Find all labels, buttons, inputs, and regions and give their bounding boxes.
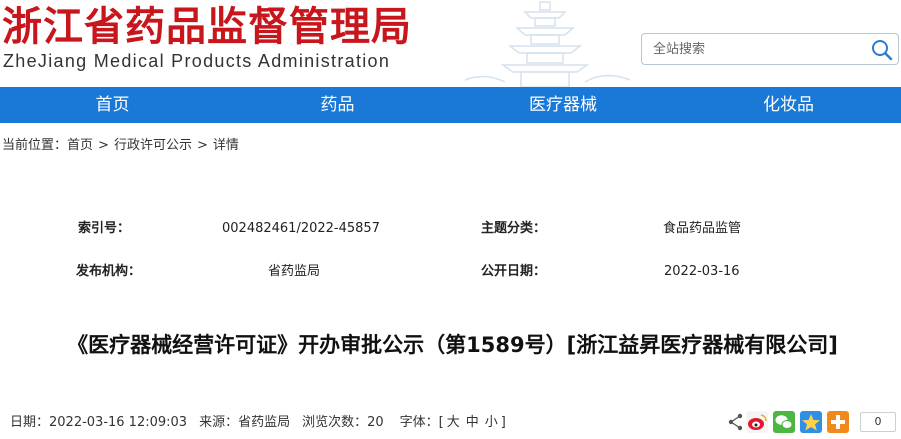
search-input[interactable] bbox=[642, 34, 862, 64]
site-logo-subtitle: ZheJiang Medical Products Administration bbox=[3, 51, 391, 71]
font-size-medium-button[interactable]: 中 bbox=[466, 414, 479, 432]
breadcrumb-separator: > bbox=[98, 138, 109, 153]
index-number-value: 002482461/2022-45857 bbox=[222, 221, 380, 236]
breadcrumb-item-admin-license[interactable]: 行政许可公示 bbox=[114, 137, 192, 155]
index-number-label: 索引号： bbox=[78, 221, 131, 236]
breadcrumb: 当前位置：首页 > 行政许可公示 > 详情 bbox=[2, 137, 239, 155]
pagoda-watermark-icon bbox=[464, 1, 631, 87]
breadcrumb-separator: > bbox=[196, 138, 208, 153]
site-header: 浙江省药品监督管理局 ZheJiang Medical Products Adm… bbox=[0, 0, 901, 87]
share-icon[interactable] bbox=[728, 413, 743, 431]
nav-item-home[interactable]: 首页 bbox=[0, 87, 225, 123]
font-size-label: 字体：[ bbox=[399, 415, 444, 430]
page-title: 《医疗器械经营许可证》开办审批公示（第1589号）[浙江益昇医疗器械有限公司] bbox=[67, 333, 838, 357]
font-size-small-button[interactable]: 小 bbox=[485, 414, 498, 432]
search-box bbox=[641, 33, 899, 65]
breadcrumb-item-home[interactable]: 首页 bbox=[67, 137, 93, 155]
breadcrumb-item-detail: 详情 bbox=[212, 138, 239, 153]
share-count: 0 bbox=[860, 412, 896, 432]
search-icon[interactable] bbox=[870, 38, 894, 62]
weibo-icon[interactable] bbox=[746, 411, 768, 433]
nav-item-medical-devices[interactable]: 医疗器械 bbox=[450, 87, 676, 123]
wechat-icon[interactable] bbox=[773, 411, 795, 433]
publish-date-value: 2022-03-16 bbox=[664, 264, 740, 279]
article-info: 日期：2022-03-16 12:09:03 来源：省药监局 浏览次数：20 字体：[… bbox=[10, 414, 506, 432]
site-logo-title[interactable]: 浙江省药品监督管理局 bbox=[2, 4, 412, 50]
publisher-label: 发布机构： bbox=[76, 264, 142, 279]
more-share-plus-icon[interactable] bbox=[827, 411, 849, 433]
font-size-large-button[interactable]: 大 bbox=[447, 414, 460, 432]
article-views: 浏览次数：20 bbox=[302, 415, 384, 430]
publish-date-label: 公开日期： bbox=[481, 264, 547, 279]
article-date: 日期：2022-03-16 12:09:03 bbox=[10, 415, 188, 430]
topic-category-label: 主题分类： bbox=[481, 221, 547, 236]
qzone-star-icon[interactable] bbox=[800, 411, 822, 433]
breadcrumb-prefix: 当前位置： bbox=[2, 138, 68, 153]
nav-item-cosmetics[interactable]: 化妆品 bbox=[676, 87, 901, 123]
font-size-suffix: ] bbox=[500, 415, 506, 430]
main-nav: 首页 药品 医疗器械 化妆品 bbox=[0, 87, 901, 123]
topic-category-value: 食品药品监管 bbox=[663, 221, 742, 236]
share-bar bbox=[728, 411, 849, 433]
publisher-value: 省药监局 bbox=[268, 264, 321, 279]
nav-item-drugs[interactable]: 药品 bbox=[225, 87, 450, 123]
article-source: 来源：省药监局 bbox=[199, 415, 291, 430]
